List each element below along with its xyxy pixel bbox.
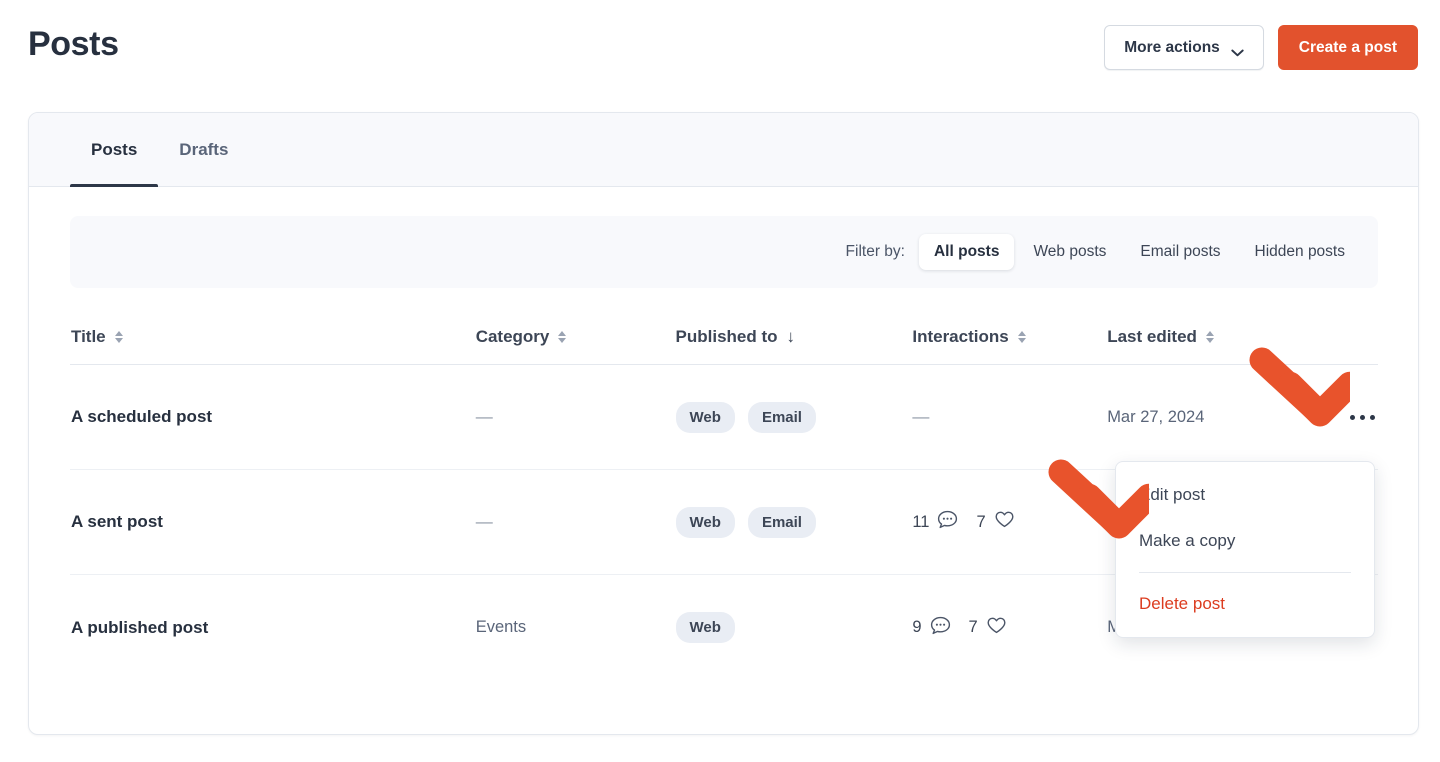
posts-page: Posts More actions Create a post Posts D… xyxy=(0,0,1440,762)
filter-option-hidden-posts[interactable]: Hidden posts xyxy=(1240,234,1360,270)
chevron-down-icon xyxy=(1231,45,1244,56)
heart-icon xyxy=(986,616,1007,640)
tab-posts[interactable]: Posts xyxy=(70,113,159,187)
row-interactions-empty: — xyxy=(912,407,930,426)
row-interactions: 11 7 xyxy=(912,510,1107,534)
row-category: Events xyxy=(475,618,527,636)
comment-stat: 11 xyxy=(912,510,958,534)
column-header-category[interactable]: Category xyxy=(476,327,676,347)
filter-bar: Filter by: All posts Web posts Email pos… xyxy=(70,216,1378,288)
column-header-published-to-label: Published to xyxy=(675,326,778,346)
row-category: — xyxy=(475,407,493,426)
row-title: A sent post xyxy=(71,512,163,531)
table-header-row: Title Category Published to ↓ Interactio… xyxy=(70,309,1378,365)
comment-count: 11 xyxy=(912,512,930,531)
like-count: 7 xyxy=(976,512,986,531)
column-header-last-edited-label: Last edited xyxy=(1107,326,1197,346)
row-category: — xyxy=(475,512,493,531)
row-last-edited: Mar 27, 2024 xyxy=(1107,407,1205,426)
like-stat: 7 xyxy=(969,616,1007,640)
tab-posts-label: Posts xyxy=(91,139,138,159)
filter-option-all-posts[interactable]: All posts xyxy=(918,234,1015,270)
context-menu: Edit post Make a copy Delete post xyxy=(1115,461,1375,638)
column-header-interactions-label: Interactions xyxy=(912,326,1009,346)
badge-email: Email xyxy=(747,506,816,538)
column-header-category-label: Category xyxy=(475,326,550,346)
sort-toggle-icon xyxy=(1017,330,1026,343)
row-title: A scheduled post xyxy=(71,407,213,426)
create-post-label: Create a post xyxy=(1298,38,1397,56)
column-header-title[interactable]: Title xyxy=(71,327,476,347)
sort-toggle-icon xyxy=(1205,330,1214,343)
sort-descending-icon: ↓ xyxy=(786,327,796,346)
context-menu-edit-post[interactable]: Edit post xyxy=(1116,472,1374,518)
tab-drafts-label: Drafts xyxy=(179,139,229,159)
more-actions-label: More actions xyxy=(1124,38,1220,56)
context-menu-divider xyxy=(1139,572,1351,573)
tab-bar: Posts Drafts xyxy=(29,113,1418,187)
filter-options: All posts Web posts Email posts Hidden p… xyxy=(918,234,1360,270)
table-row[interactable]: A scheduled post — Web Email — Mar 27, 2… xyxy=(70,365,1378,470)
row-published-to: Web Email xyxy=(675,401,913,433)
heart-icon xyxy=(994,510,1015,534)
badge-web: Web xyxy=(675,401,735,433)
filter-option-email-posts[interactable]: Email posts xyxy=(1125,234,1235,270)
more-actions-button[interactable]: More actions xyxy=(1104,25,1264,70)
comment-stat: 9 xyxy=(912,616,950,640)
column-header-title-label: Title xyxy=(71,326,106,346)
comment-icon xyxy=(930,616,951,640)
row-interactions: 9 7 xyxy=(912,616,1107,640)
header-actions: More actions Create a post xyxy=(1104,25,1418,70)
context-menu-delete-post[interactable]: Delete post xyxy=(1116,581,1374,627)
column-header-published-to[interactable]: Published to ↓ xyxy=(676,327,913,347)
context-menu-make-a-copy[interactable]: Make a copy xyxy=(1116,518,1374,564)
page-header: Posts More actions Create a post xyxy=(0,0,1440,96)
like-stat: 7 xyxy=(976,510,1014,534)
row-published-to: Web xyxy=(675,612,913,643)
tab-drafts[interactable]: Drafts xyxy=(158,113,249,186)
filter-by-label: Filter by: xyxy=(845,243,905,260)
create-post-button[interactable]: Create a post xyxy=(1277,25,1418,70)
row-title: A published post xyxy=(71,617,209,637)
row-ellipsis-menu-button[interactable] xyxy=(1308,414,1378,420)
sort-toggle-icon xyxy=(114,330,123,343)
badge-web: Web xyxy=(675,612,735,643)
filter-option-web-posts[interactable]: Web posts xyxy=(1018,234,1121,270)
column-header-interactions[interactable]: Interactions xyxy=(912,327,1107,347)
badge-email: Email xyxy=(747,401,816,433)
comment-icon xyxy=(937,510,958,534)
posts-card: Posts Drafts Filter by: All posts Web po… xyxy=(28,112,1419,735)
row-published-to: Web Email xyxy=(675,506,913,538)
sort-toggle-icon xyxy=(558,330,567,343)
like-count: 7 xyxy=(968,618,978,636)
page-title: Posts xyxy=(28,25,119,63)
column-header-last-edited[interactable]: Last edited xyxy=(1107,327,1308,347)
badge-web: Web xyxy=(675,506,735,538)
comment-count: 9 xyxy=(912,618,922,636)
